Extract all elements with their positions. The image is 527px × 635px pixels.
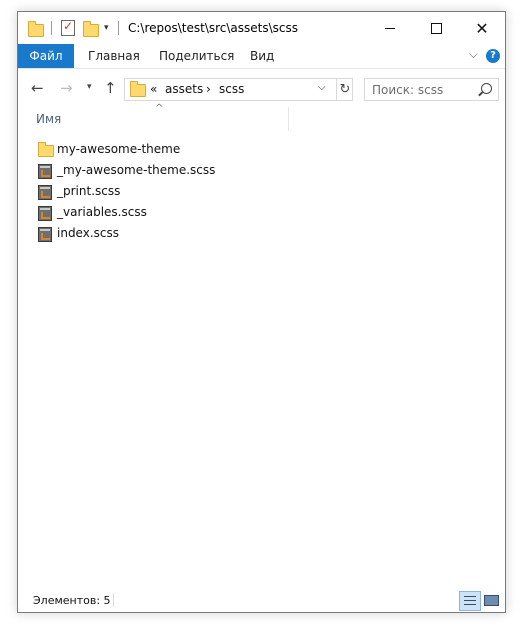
address-folder-icon (130, 81, 146, 97)
breadcrumb-overflow[interactable]: « (150, 82, 157, 96)
breadcrumb-separator-icon[interactable]: › (206, 82, 211, 96)
list-item[interactable]: index.scss (18, 224, 505, 245)
large-icons-view-icon (484, 595, 499, 606)
details-view-button[interactable] (459, 591, 481, 611)
tab-file[interactable]: Файл (18, 44, 74, 68)
quick-access-separator (51, 21, 52, 35)
tab-home[interactable]: Главная (88, 44, 140, 68)
list-item[interactable]: _variables.scss (18, 203, 505, 224)
tab-share[interactable]: Поделиться (159, 44, 234, 68)
close-icon: ✕ (475, 18, 489, 38)
recent-locations-icon[interactable]: ▾ (87, 82, 92, 92)
column-name[interactable]: Имя (36, 112, 61, 126)
file-name: _variables.scss (57, 205, 147, 219)
folder-icon (38, 142, 54, 157)
status-bar: Элементов: 5 (18, 587, 505, 612)
file-name: _print.scss (57, 184, 121, 198)
scss-file-icon (38, 206, 52, 221)
breadcrumb-scss[interactable]: scss (219, 82, 244, 96)
address-dropdown-icon[interactable]: ⌵ (318, 82, 326, 93)
help-icon[interactable]: ? (486, 49, 500, 63)
scss-file-icon (38, 227, 52, 242)
status-separator (113, 593, 114, 607)
minimize-button[interactable] (367, 12, 413, 44)
title-bar: ▾ C:\repos\test\src\assets\scss ✕ (18, 12, 505, 44)
maximize-button[interactable] (413, 12, 459, 44)
file-name: index.scss (57, 226, 119, 240)
minimize-icon (385, 27, 395, 29)
explorer-window: ▾ C:\repos\test\src\assets\scss ✕ Файл Г… (17, 11, 506, 613)
maximize-icon (430, 22, 442, 34)
list-item[interactable]: _print.scss (18, 182, 505, 203)
new-folder-icon[interactable] (83, 20, 99, 37)
quick-access-dropdown-icon[interactable]: ▾ (104, 23, 109, 39)
refresh-icon[interactable]: ↻ (336, 79, 353, 100)
item-count: Элементов: 5 (33, 594, 111, 607)
expand-ribbon-icon[interactable]: ⌵ (469, 47, 478, 62)
sort-ascending-icon: ^ (155, 103, 164, 114)
search-icon[interactable] (481, 83, 492, 94)
close-button[interactable]: ✕ (459, 12, 505, 44)
column-header: ^ Имя (18, 103, 505, 135)
file-name: _my-awesome-theme.scss (57, 163, 216, 177)
tab-view[interactable]: Вид (250, 44, 274, 68)
ribbon-tabs: Файл Главная Поделиться Вид ⌵ ? (18, 44, 505, 69)
up-arrow-icon[interactable]: ↑ (104, 79, 117, 97)
search-box[interactable] (364, 78, 499, 101)
breadcrumb-assets[interactable]: assets (165, 82, 203, 96)
forward-arrow-icon[interactable]: → (60, 79, 73, 97)
search-input[interactable] (365, 79, 482, 100)
window-title: C:\repos\test\src\assets\scss (128, 21, 299, 35)
column-divider[interactable] (288, 107, 289, 131)
properties-icon[interactable] (61, 19, 75, 36)
scss-file-icon (38, 185, 52, 200)
list-item[interactable]: _my-awesome-theme.scss (18, 161, 505, 182)
back-arrow-icon[interactable]: ← (31, 79, 44, 97)
file-name: my-awesome-theme (57, 142, 181, 156)
large-icons-view-button[interactable] (481, 591, 501, 609)
app-folder-icon (28, 20, 44, 37)
address-bar[interactable]: « assets › scss ⌵ ↻ (124, 78, 353, 101)
navigation-bar: ← → ▾ ↑ « assets › scss ⌵ ↻ (18, 69, 505, 107)
list-item[interactable]: my-awesome-theme (18, 140, 505, 161)
title-separator (118, 21, 119, 35)
scss-file-icon (38, 164, 52, 179)
